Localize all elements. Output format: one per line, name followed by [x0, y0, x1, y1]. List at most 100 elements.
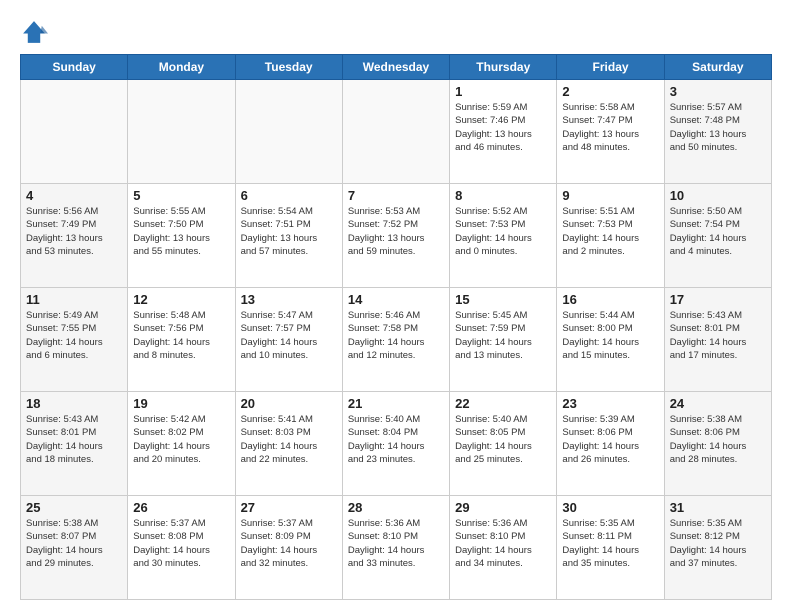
day-info: Sunrise: 5:54 AM Sunset: 7:51 PM Dayligh… [241, 205, 337, 258]
calendar-day-cell [342, 80, 449, 184]
calendar-day-cell: 10 Sunrise: 5:50 AM Sunset: 7:54 PM Dayli… [664, 184, 771, 288]
day-number: 25 [26, 500, 122, 515]
day-info: Sunrise: 5:58 AM Sunset: 7:47 PM Dayligh… [562, 101, 658, 154]
calendar-day-cell: 14Sunrise: 5:46 AM Sunset: 7:58 PM Dayli… [342, 288, 449, 392]
calendar-day-cell: 23 Sunrise: 5:39 AM Sunset: 8:06 PM Dayli… [557, 392, 664, 496]
day-number: 31 [670, 500, 766, 515]
day-info: Sunrise: 5:51 AM Sunset: 7:53 PM Dayligh… [562, 205, 658, 258]
day-number: 26 [133, 500, 229, 515]
day-info: Sunrise: 5:40 AM Sunset: 8:04 PM Dayligh… [348, 413, 444, 466]
day-number: 15 [455, 292, 551, 307]
day-info: Sunrise: 5:38 AM Sunset: 8:07 PM Dayligh… [26, 517, 122, 570]
day-number: 30 [562, 500, 658, 515]
day-info: Sunrise: 5:42 AM Sunset: 8:02 PM Dayligh… [133, 413, 229, 466]
weekday-header-cell: Wednesday [342, 55, 449, 80]
day-info: Sunrise: 5:39 AM Sunset: 8:06 PM Dayligh… [562, 413, 658, 466]
day-number: 12 [133, 292, 229, 307]
day-info: Sunrise: 5:49 AM Sunset: 7:55 PM Dayligh… [26, 309, 122, 362]
calendar-day-cell: 11 Sunrise: 5:49 AM Sunset: 7:55 PM Dayli… [21, 288, 128, 392]
day-info: Sunrise: 5:52 AM Sunset: 7:53 PM Dayligh… [455, 205, 551, 258]
calendar-day-cell: 8Sunrise: 5:52 AM Sunset: 7:53 PM Daylig… [450, 184, 557, 288]
day-number: 10 [670, 188, 766, 203]
day-info: Sunrise: 5:57 AM Sunset: 7:48 PM Dayligh… [670, 101, 766, 154]
day-info: Sunrise: 5:38 AM Sunset: 8:06 PM Dayligh… [670, 413, 766, 466]
day-info: Sunrise: 5:44 AM Sunset: 8:00 PM Dayligh… [562, 309, 658, 362]
calendar-week-row: 11 Sunrise: 5:49 AM Sunset: 7:55 PM Dayli… [21, 288, 772, 392]
day-number: 6 [241, 188, 337, 203]
calendar-day-cell: 2 Sunrise: 5:58 AM Sunset: 7:47 PM Daylig… [557, 80, 664, 184]
calendar-day-cell: 16 Sunrise: 5:44 AM Sunset: 8:00 PM Dayli… [557, 288, 664, 392]
day-info: Sunrise: 5:40 AM Sunset: 8:05 PM Dayligh… [455, 413, 551, 466]
logo-icon [20, 18, 48, 46]
weekday-header-cell: Tuesday [235, 55, 342, 80]
header [20, 18, 772, 46]
calendar-table: SundayMondayTuesdayWednesdayThursdayFrid… [20, 54, 772, 600]
day-info: Sunrise: 5:47 AM Sunset: 7:57 PM Dayligh… [241, 309, 337, 362]
calendar-day-cell: 18 Sunrise: 5:43 AM Sunset: 8:01 PM Dayli… [21, 392, 128, 496]
day-info: Sunrise: 5:35 AM Sunset: 8:11 PM Dayligh… [562, 517, 658, 570]
day-info: Sunrise: 5:55 AM Sunset: 7:50 PM Dayligh… [133, 205, 229, 258]
day-number: 4 [26, 188, 122, 203]
day-number: 13 [241, 292, 337, 307]
calendar-day-cell: 15 Sunrise: 5:45 AM Sunset: 7:59 PM Dayli… [450, 288, 557, 392]
day-number: 27 [241, 500, 337, 515]
day-number: 16 [562, 292, 658, 307]
calendar-week-row: 1Sunrise: 5:59 AM Sunset: 7:46 PM Daylig… [21, 80, 772, 184]
calendar-day-cell: 5Sunrise: 5:55 AM Sunset: 7:50 PM Daylig… [128, 184, 235, 288]
calendar-day-cell: 3Sunrise: 5:57 AM Sunset: 7:48 PM Daylig… [664, 80, 771, 184]
day-number: 28 [348, 500, 444, 515]
calendar-day-cell: 30 Sunrise: 5:35 AM Sunset: 8:11 PM Dayli… [557, 496, 664, 600]
weekday-header-cell: Saturday [664, 55, 771, 80]
day-info: Sunrise: 5:50 AM Sunset: 7:54 PM Dayligh… [670, 205, 766, 258]
day-number: 18 [26, 396, 122, 411]
day-info: Sunrise: 5:41 AM Sunset: 8:03 PM Dayligh… [241, 413, 337, 466]
calendar-day-cell: 31 Sunrise: 5:35 AM Sunset: 8:12 PM Dayli… [664, 496, 771, 600]
day-info: Sunrise: 5:48 AM Sunset: 7:56 PM Dayligh… [133, 309, 229, 362]
day-number: 19 [133, 396, 229, 411]
day-number: 20 [241, 396, 337, 411]
weekday-header-cell: Friday [557, 55, 664, 80]
day-info: Sunrise: 5:43 AM Sunset: 8:01 PM Dayligh… [26, 413, 122, 466]
calendar-day-cell: 29 Sunrise: 5:36 AM Sunset: 8:10 PM Dayli… [450, 496, 557, 600]
calendar-body: 1Sunrise: 5:59 AM Sunset: 7:46 PM Daylig… [21, 80, 772, 600]
day-number: 29 [455, 500, 551, 515]
day-info: Sunrise: 5:43 AM Sunset: 8:01 PM Dayligh… [670, 309, 766, 362]
page: SundayMondayTuesdayWednesdayThursdayFrid… [0, 0, 792, 612]
day-info: Sunrise: 5:37 AM Sunset: 8:08 PM Dayligh… [133, 517, 229, 570]
calendar-day-cell: 24 Sunrise: 5:38 AM Sunset: 8:06 PM Dayli… [664, 392, 771, 496]
day-info: Sunrise: 5:36 AM Sunset: 8:10 PM Dayligh… [455, 517, 551, 570]
calendar-day-cell: 6 Sunrise: 5:54 AM Sunset: 7:51 PM Daylig… [235, 184, 342, 288]
day-number: 7 [348, 188, 444, 203]
calendar-week-row: 18 Sunrise: 5:43 AM Sunset: 8:01 PM Dayli… [21, 392, 772, 496]
day-number: 24 [670, 396, 766, 411]
day-number: 9 [562, 188, 658, 203]
day-number: 22 [455, 396, 551, 411]
day-number: 1 [455, 84, 551, 99]
weekday-header-cell: Sunday [21, 55, 128, 80]
calendar-day-cell: 13 Sunrise: 5:47 AM Sunset: 7:57 PM Dayli… [235, 288, 342, 392]
calendar-week-row: 4 Sunrise: 5:56 AM Sunset: 7:49 PM Daylig… [21, 184, 772, 288]
day-number: 23 [562, 396, 658, 411]
day-number: 17 [670, 292, 766, 307]
day-number: 21 [348, 396, 444, 411]
weekday-header-row: SundayMondayTuesdayWednesdayThursdayFrid… [21, 55, 772, 80]
day-info: Sunrise: 5:46 AM Sunset: 7:58 PM Dayligh… [348, 309, 444, 362]
calendar-day-cell: 19 Sunrise: 5:42 AM Sunset: 8:02 PM Dayli… [128, 392, 235, 496]
weekday-header-cell: Thursday [450, 55, 557, 80]
calendar-day-cell: 26 Sunrise: 5:37 AM Sunset: 8:08 PM Dayli… [128, 496, 235, 600]
day-info: Sunrise: 5:36 AM Sunset: 8:10 PM Dayligh… [348, 517, 444, 570]
calendar-day-cell [235, 80, 342, 184]
day-info: Sunrise: 5:45 AM Sunset: 7:59 PM Dayligh… [455, 309, 551, 362]
calendar-day-cell: 4 Sunrise: 5:56 AM Sunset: 7:49 PM Daylig… [21, 184, 128, 288]
calendar-day-cell: 9 Sunrise: 5:51 AM Sunset: 7:53 PM Daylig… [557, 184, 664, 288]
calendar-day-cell: 27Sunrise: 5:37 AM Sunset: 8:09 PM Dayli… [235, 496, 342, 600]
day-number: 2 [562, 84, 658, 99]
calendar-day-cell: 28 Sunrise: 5:36 AM Sunset: 8:10 PM Dayli… [342, 496, 449, 600]
calendar-day-cell: 17 Sunrise: 5:43 AM Sunset: 8:01 PM Dayli… [664, 288, 771, 392]
calendar-day-cell: 1Sunrise: 5:59 AM Sunset: 7:46 PM Daylig… [450, 80, 557, 184]
weekday-header-cell: Monday [128, 55, 235, 80]
day-info: Sunrise: 5:35 AM Sunset: 8:12 PM Dayligh… [670, 517, 766, 570]
day-number: 11 [26, 292, 122, 307]
day-info: Sunrise: 5:56 AM Sunset: 7:49 PM Dayligh… [26, 205, 122, 258]
calendar-day-cell: 7Sunrise: 5:53 AM Sunset: 7:52 PM Daylig… [342, 184, 449, 288]
